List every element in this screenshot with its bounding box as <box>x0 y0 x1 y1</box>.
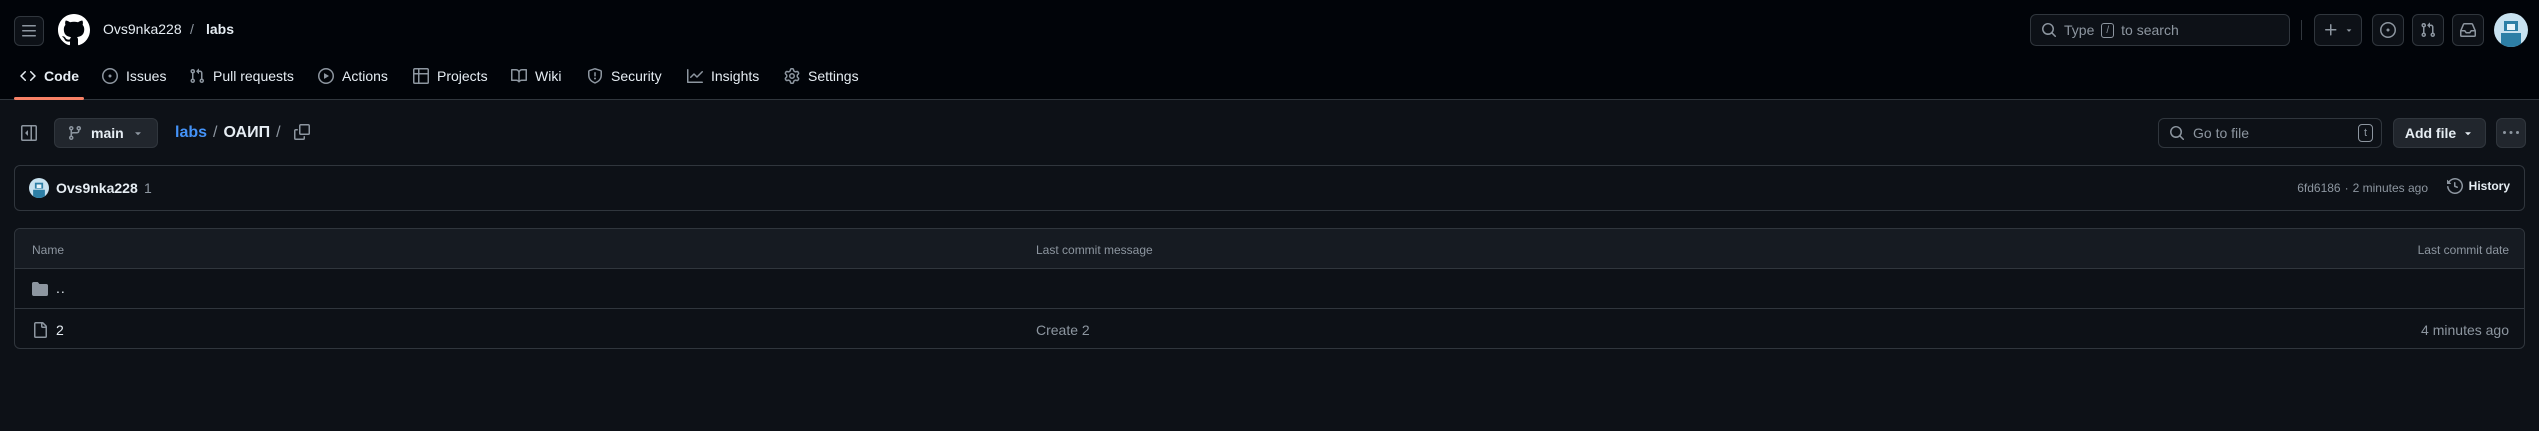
breadcrumb: labs / ОАИП / <box>175 122 281 144</box>
header-separator: / <box>190 21 194 37</box>
header-owner-link[interactable]: Ovs9nka228 <box>103 21 182 37</box>
copy-path-button[interactable] <box>288 118 316 146</box>
breadcrumb-separator: / <box>213 124 218 141</box>
commit-time: 2 minutes ago <box>2352 181 2428 195</box>
file-table: Name Last commit message Last commit dat… <box>14 228 2525 349</box>
inbox-icon <box>2460 23 2476 37</box>
tab-settings-label: Settings <box>808 68 859 84</box>
search-prefix-text: Type <box>2064 22 2095 38</box>
go-to-file-shortcut-key: t <box>2357 124 2373 142</box>
add-file-button[interactable]: Add file <box>2393 118 2486 148</box>
go-to-file-placeholder: Go to file <box>2193 125 2250 141</box>
table-icon <box>413 68 429 84</box>
pull-requests-header-button[interactable] <box>2412 14 2444 46</box>
tab-projects-label: Projects <box>437 68 488 84</box>
hamburger-icon <box>22 25 36 37</box>
more-options-button[interactable] <box>2496 118 2526 148</box>
book-icon <box>511 68 527 83</box>
history-label: History <box>2468 179 2510 193</box>
kebab-horizontal-icon <box>2503 131 2519 134</box>
inbox-button[interactable] <box>2452 14 2484 46</box>
breadcrumb-current-folder: ОАИП <box>223 124 271 141</box>
caret-down-icon <box>2346 29 2351 32</box>
breadcrumb-repo-link[interactable]: labs <box>175 124 207 142</box>
commit-meta-dot: · <box>2344 181 2349 195</box>
tab-insights-label: Insights <box>711 68 760 84</box>
avatar-icon <box>33 182 45 198</box>
tab-issues-label: Issues <box>126 68 167 84</box>
branch-selector-button[interactable]: main <box>54 118 158 148</box>
caret-down-icon <box>2465 132 2471 136</box>
sidebar-toggle-button[interactable] <box>14 118 44 148</box>
search-shortcut-key: / <box>2101 22 2115 38</box>
tab-pull-requests[interactable]: Pull requests <box>189 62 294 90</box>
tab-security[interactable]: Security <box>587 62 662 90</box>
add-file-label: Add file <box>2404 125 2457 141</box>
active-tab-indicator <box>14 97 84 100</box>
copy-icon <box>294 124 310 140</box>
search-suffix-text: to search <box>2121 22 2179 38</box>
sidebar-expand-icon <box>21 125 37 141</box>
global-header: Ovs9nka228 / labs Type / to search Code … <box>0 0 2539 100</box>
header-divider <box>2301 20 2302 40</box>
caret-down-icon <box>134 132 141 136</box>
tab-code-label: Code <box>44 68 79 84</box>
go-to-file-input[interactable]: Go to file t <box>2158 118 2382 148</box>
commit-sha-link[interactable]: 6fd6186 <box>2297 181 2340 195</box>
parent-directory-row[interactable]: .. <box>15 269 2524 309</box>
tab-issues[interactable]: Issues <box>102 62 166 90</box>
tab-projects[interactable]: Projects <box>413 62 488 90</box>
file-commit-date: 4 minutes ago <box>2421 322 2509 338</box>
commit-message-link[interactable]: 1 <box>144 180 152 196</box>
column-header-last-commit-message: Last commit message <box>1036 243 1153 257</box>
branch-name: main <box>91 125 124 141</box>
tab-wiki-label: Wiki <box>535 68 562 84</box>
file-name-link[interactable]: 2 <box>56 322 64 338</box>
plus-icon <box>2324 24 2336 36</box>
shield-icon <box>588 68 602 84</box>
file-icon <box>34 322 47 338</box>
file-commit-message-link[interactable]: Create 2 <box>1036 322 1090 338</box>
search-input[interactable]: Type / to search <box>2030 14 2290 46</box>
tab-insights[interactable]: Insights <box>687 62 759 90</box>
breadcrumb-separator: / <box>276 124 281 141</box>
history-icon <box>2446 178 2463 194</box>
tab-actions-label: Actions <box>342 68 388 84</box>
git-pull-request-icon <box>2421 22 2436 38</box>
table-header-row: Name Last commit message Last commit dat… <box>15 229 2524 269</box>
create-new-button[interactable] <box>2314 14 2362 46</box>
tab-code[interactable]: Code <box>20 62 79 90</box>
history-button[interactable]: History <box>2446 178 2510 194</box>
parent-directory-link[interactable]: .. <box>56 280 66 296</box>
play-icon <box>318 68 334 84</box>
header-repo-link[interactable]: labs <box>206 21 234 37</box>
search-icon <box>2170 126 2185 141</box>
pull-request-icon <box>190 68 205 84</box>
tab-security-label: Security <box>611 68 662 84</box>
commit-meta: 6fd6186 · 2 minutes ago <box>2297 181 2428 195</box>
menu-button[interactable] <box>14 16 44 46</box>
user-avatar[interactable] <box>2494 13 2528 47</box>
tab-pull-requests-label: Pull requests <box>213 68 294 84</box>
search-icon <box>2042 23 2057 38</box>
issues-header-button[interactable] <box>2372 14 2404 46</box>
issue-icon <box>102 68 118 84</box>
issue-opened-icon <box>2380 22 2396 38</box>
gear-icon <box>784 68 800 84</box>
table-row[interactable]: 2 Create 2 4 minutes ago <box>15 310 2524 348</box>
github-logo-icon[interactable] <box>58 14 90 46</box>
git-branch-icon <box>68 126 81 141</box>
tab-settings[interactable]: Settings <box>784 62 859 90</box>
commit-author-link[interactable]: Ovs9nka228 <box>56 180 138 196</box>
folder-icon <box>32 282 48 296</box>
column-header-name: Name <box>32 243 65 257</box>
tab-actions[interactable]: Actions <box>318 62 388 90</box>
graph-icon <box>687 69 703 83</box>
column-header-last-commit-date: Last commit date <box>2417 243 2509 257</box>
latest-commit-box: Ovs9nka228 1 6fd6186 · 2 minutes ago His… <box>14 165 2525 211</box>
avatar-icon <box>2501 21 2521 47</box>
code-icon <box>20 70 36 82</box>
commit-author-avatar[interactable] <box>29 178 49 198</box>
tab-wiki[interactable]: Wiki <box>511 62 561 90</box>
